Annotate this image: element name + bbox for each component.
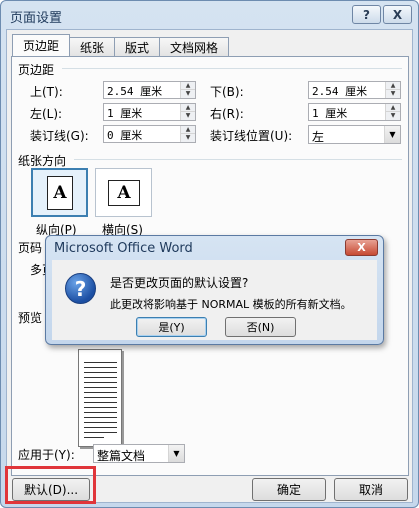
apply-to-value: 整篇文档 [97, 449, 146, 463]
orientation-section-label: 纸张方向 [18, 154, 67, 168]
margins-divider [62, 68, 402, 69]
bottom-margin-stepper[interactable]: 2.54 厘米 ▲ ▼ [308, 81, 401, 99]
no-button[interactable]: 否(N) [225, 317, 296, 337]
tab-margins[interactable]: 页边距 [12, 34, 71, 56]
portrait-page-icon: A [47, 176, 73, 210]
highlight-box [5, 466, 96, 504]
spin-up-icon[interactable]: ▲ [181, 104, 195, 112]
page-preview [78, 349, 122, 447]
orientation-divider [74, 159, 402, 160]
left-margin-value: 1 厘米 [107, 107, 143, 120]
gutter-position-value: 左 [312, 130, 325, 144]
right-margin-value: 1 厘米 [312, 107, 348, 120]
confirm-dialog-body: ? 是否更改页面的默认设置? 此更改将影响基于 NORMAL 模板的所有新文档。… [52, 260, 377, 340]
bottom-margin-value: 2.54 厘米 [312, 85, 368, 98]
top-margin-stepper[interactable]: 2.54 厘米 ▲ ▼ [103, 81, 196, 99]
spin-down-icon[interactable]: ▼ [181, 90, 195, 98]
question-icon: ? [65, 273, 96, 304]
spin-up-icon[interactable]: ▲ [181, 126, 195, 134]
title-bar[interactable]: 页面设置 ? X [1, 1, 418, 29]
help-button[interactable]: ? [352, 5, 381, 24]
cancel-button[interactable]: 取消 [334, 478, 408, 501]
tab-layout[interactable]: 版式 [114, 37, 161, 56]
right-margin-label: 右(R): [210, 107, 244, 121]
window-title: 页面设置 [10, 11, 63, 26]
bottom-margin-label: 下(B): [210, 85, 244, 99]
tab-paper[interactable]: 纸张 [69, 37, 116, 56]
tab-document-grid[interactable]: 文档网格 [159, 37, 230, 56]
spin-down-icon[interactable]: ▼ [181, 112, 195, 120]
ok-button[interactable]: 确定 [252, 478, 326, 501]
spin-up-icon[interactable]: ▲ [386, 104, 400, 112]
spin-down-icon[interactable]: ▼ [386, 90, 400, 98]
chevron-down-icon[interactable]: ▼ [384, 126, 400, 143]
gutter-position-select[interactable]: 左 ▼ [308, 125, 401, 144]
chevron-down-icon[interactable]: ▼ [168, 445, 184, 462]
right-margin-stepper[interactable]: 1 厘米 ▲ ▼ [308, 103, 401, 121]
spin-up-icon[interactable]: ▲ [386, 82, 400, 90]
pages-section-label: 页码 [18, 241, 43, 255]
gutter-label: 装订线(G): [30, 129, 89, 143]
spin-up-icon[interactable]: ▲ [181, 82, 195, 90]
apply-to-select[interactable]: 整篇文档 ▼ [93, 444, 185, 463]
apply-to-label: 应用于(Y): [18, 448, 75, 462]
top-margin-label: 上(T): [30, 85, 63, 99]
gutter-value: 0 厘米 [107, 129, 143, 142]
gutter-stepper[interactable]: 0 厘米 ▲ ▼ [103, 125, 196, 143]
confirm-question: 是否更改页面的默认设置? [110, 276, 249, 290]
confirm-dialog-title: Microsoft Office Word [54, 241, 193, 256]
confirm-dialog: Microsoft Office Word X ? 是否更改页面的默认设置? 此… [45, 235, 384, 345]
confirm-close-button[interactable]: X [345, 239, 378, 256]
spin-down-icon[interactable]: ▼ [386, 112, 400, 120]
gutter-position-label: 装订线位置(U): [210, 129, 293, 143]
left-margin-label: 左(L): [30, 107, 63, 121]
left-margin-stepper[interactable]: 1 厘米 ▲ ▼ [103, 103, 196, 121]
landscape-option[interactable]: A [95, 168, 152, 217]
tab-strip: 页边距 纸张 版式 文档网格 [12, 34, 230, 57]
close-button[interactable]: X [383, 5, 412, 24]
margins-section-label: 页边距 [18, 63, 55, 77]
yes-button[interactable]: 是(Y) [136, 317, 207, 337]
preview-section-label: 预览 [18, 311, 43, 325]
confirm-detail: 此更改将影响基于 NORMAL 模板的所有新文档。 [110, 298, 352, 311]
spin-down-icon[interactable]: ▼ [181, 134, 195, 142]
top-margin-value: 2.54 厘米 [107, 85, 163, 98]
landscape-page-icon: A [108, 180, 140, 206]
portrait-option[interactable]: A [31, 168, 88, 217]
